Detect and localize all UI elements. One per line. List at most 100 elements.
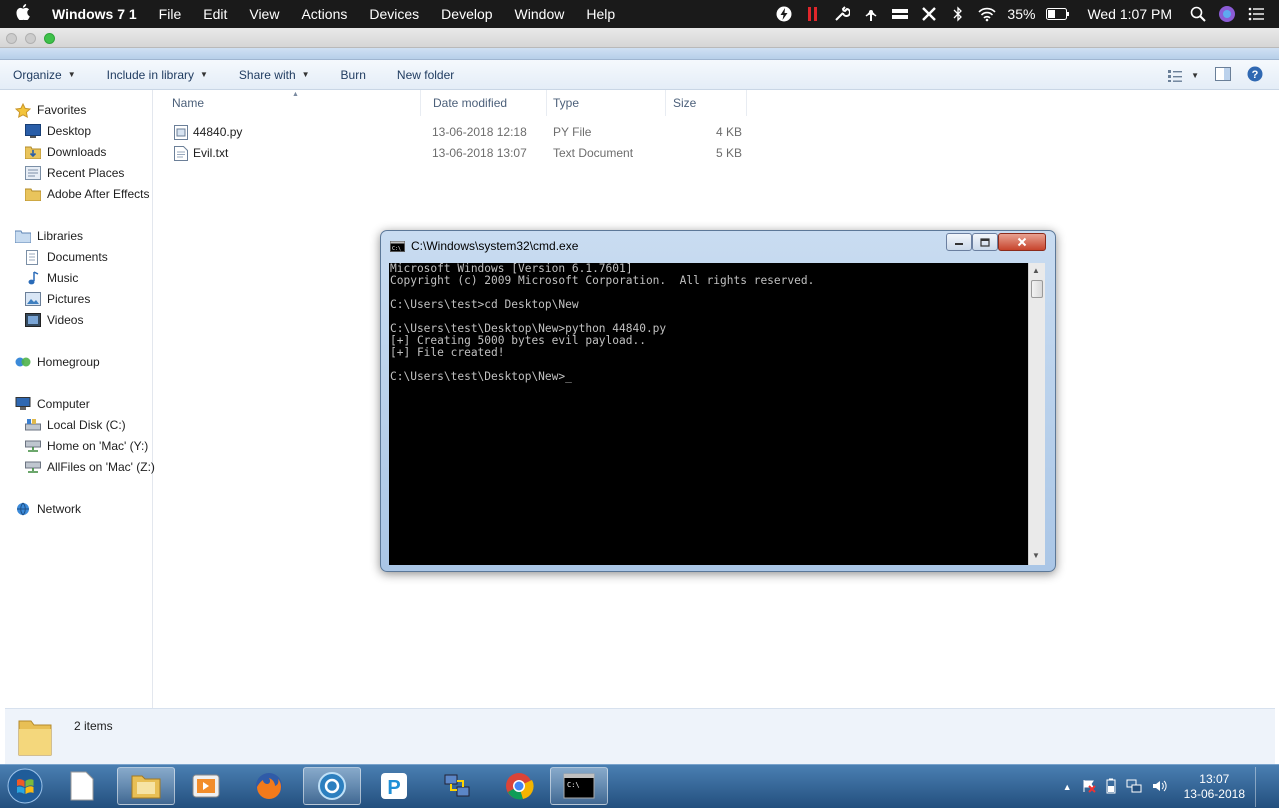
volume-icon[interactable] — [1152, 779, 1168, 796]
wrench-icon[interactable] — [833, 6, 851, 22]
nav-homegroup[interactable]: Homegroup — [15, 355, 100, 369]
menu-window[interactable]: Window — [504, 6, 576, 22]
battery-icon[interactable] — [1046, 6, 1070, 22]
new-folder-button[interactable]: New folder — [397, 68, 454, 82]
network-icon — [15, 502, 31, 516]
scroll-thumb[interactable] — [1031, 280, 1043, 298]
include-in-library-button[interactable]: Include in library ▼ — [107, 68, 208, 82]
show-desktop-button[interactable] — [1255, 767, 1267, 807]
menu-devices[interactable]: Devices — [358, 6, 430, 22]
parallels-icon[interactable] — [804, 6, 822, 22]
cmd-scrollbar[interactable]: ▲ ▼ — [1028, 263, 1045, 565]
nav-adobe-after-effects-label: Adobe After Effects — [47, 187, 150, 201]
nav-favorites[interactable]: Favorites — [14, 102, 86, 119]
maximize-button[interactable] — [972, 233, 998, 251]
minimize-window-button[interactable] — [25, 33, 36, 44]
siri-icon[interactable] — [1218, 6, 1236, 22]
cmd-window[interactable]: C:\ C:\Windows\system32\cmd.exe Microsof… — [380, 230, 1056, 572]
address-bar-strip — [0, 48, 1279, 60]
taskbar-app-circle[interactable] — [303, 767, 361, 805]
tools-icon[interactable] — [920, 6, 938, 22]
menu-file[interactable]: File — [148, 6, 193, 22]
nav-allfiles-on-mac[interactable]: AllFiles on 'Mac' (Z:) — [25, 460, 155, 474]
svg-text:?: ? — [1252, 69, 1259, 81]
bluetooth-icon[interactable] — [949, 6, 967, 22]
folder-large-icon — [15, 715, 55, 762]
nav-desktop[interactable]: Desktop — [25, 124, 91, 138]
scroll-up-arrow-icon[interactable]: ▲ — [1032, 266, 1040, 275]
share-with-button[interactable]: Share with ▼ — [239, 68, 310, 82]
column-header-date-modified[interactable]: Date modified — [433, 90, 547, 116]
details-pane: 2 items — [5, 708, 1275, 764]
show-hidden-icons-arrow-icon[interactable]: ▲ — [1063, 782, 1072, 792]
chevron-down-icon: ▼ — [200, 70, 208, 79]
broadcast-icon[interactable] — [862, 6, 880, 22]
nav-home-on-mac[interactable]: Home on 'Mac' (Y:) — [25, 439, 148, 453]
mac-menubar: Windows 7 1 File Edit View Actions Devic… — [0, 0, 1279, 28]
nav-adobe-after-effects[interactable]: Adobe After Effects — [24, 187, 150, 202]
menu-help[interactable]: Help — [575, 6, 626, 22]
nav-network[interactable]: Network — [15, 502, 81, 516]
column-header-size[interactable]: Size — [673, 90, 747, 116]
file-row[interactable]: 44840.py 13-06-2018 12:18 PY File 4 KB — [172, 122, 752, 142]
apple-icon[interactable] — [0, 4, 41, 24]
taskbar-chrome[interactable] — [490, 767, 548, 805]
start-button[interactable] — [5, 766, 45, 806]
nav-documents[interactable]: Documents — [25, 250, 108, 265]
menu-develop[interactable]: Develop — [430, 6, 503, 22]
close-window-button[interactable] — [6, 33, 17, 44]
network-tray-icon[interactable] — [1126, 779, 1142, 796]
nav-downloads[interactable]: Downloads — [24, 145, 106, 160]
nav-pictures-label: Pictures — [47, 292, 91, 306]
taskbar-blank-document[interactable] — [53, 767, 111, 805]
zoom-window-button[interactable] — [44, 33, 55, 44]
scroll-down-arrow-icon[interactable]: ▼ — [1032, 551, 1040, 560]
change-view-icon[interactable]: ▼ — [1167, 69, 1199, 83]
burn-button[interactable]: Burn — [341, 68, 366, 82]
search-icon[interactable] — [1189, 6, 1207, 22]
column-size-label: Size — [673, 96, 697, 110]
close-button[interactable] — [998, 233, 1046, 251]
notification-center-icon[interactable] — [1247, 6, 1265, 22]
app-name-menu[interactable]: Windows 7 1 — [41, 6, 148, 22]
nav-recent-places[interactable]: Recent Places — [25, 166, 124, 180]
file-name: Evil.txt — [193, 146, 229, 160]
nav-desktop-label: Desktop — [47, 124, 92, 138]
wifi-icon[interactable] — [978, 6, 996, 22]
nav-libraries[interactable]: Libraries — [14, 229, 83, 244]
server-icon[interactable] — [891, 6, 909, 22]
column-header-type[interactable]: Type — [553, 90, 666, 116]
nav-music[interactable]: Music — [25, 271, 78, 285]
battery-tray-icon[interactable] — [1106, 778, 1116, 797]
taskbar-firefox[interactable] — [240, 767, 298, 805]
menu-edit[interactable]: Edit — [192, 6, 238, 22]
nav-computer[interactable]: Computer — [15, 397, 90, 411]
nav-pictures[interactable]: Pictures — [25, 292, 90, 306]
minimize-button[interactable] — [946, 233, 972, 251]
taskbar-clock[interactable]: 13:07 13-06-2018 — [1184, 772, 1245, 802]
hard-drive-icon — [25, 418, 41, 432]
taskbar-app-p[interactable]: P — [365, 767, 423, 805]
help-icon[interactable]: ? — [1247, 66, 1263, 85]
nav-local-disk[interactable]: Local Disk (C:) — [25, 418, 126, 432]
preview-pane-icon[interactable] — [1215, 67, 1231, 84]
homegroup-icon — [15, 355, 31, 369]
svg-text:C:\: C:\ — [567, 781, 580, 789]
cmd-console-output[interactable]: Microsoft Windows [Version 6.1.7601] Copy… — [389, 263, 1028, 565]
column-name-label: Name — [172, 96, 205, 110]
action-center-flag-icon[interactable] — [1082, 779, 1096, 796]
taskbar-windows-explorer[interactable] — [117, 767, 175, 805]
menu-view[interactable]: View — [238, 6, 290, 22]
column-header-name[interactable]: Name ▲ — [172, 90, 421, 116]
taskbar-network-tool[interactable] — [428, 767, 486, 805]
taskbar-cmd[interactable]: C:\ — [550, 767, 608, 805]
lightning-icon[interactable] — [775, 6, 793, 22]
console-line: [+] File created! — [390, 346, 505, 359]
nav-videos[interactable]: Videos — [25, 313, 83, 327]
menubar-clock[interactable]: Wed 1:07 PM — [1087, 6, 1172, 22]
menu-actions[interactable]: Actions — [290, 6, 358, 22]
taskbar-media-player[interactable] — [177, 767, 235, 805]
organize-button[interactable]: Organize ▼ — [13, 68, 76, 82]
file-date: 13-06-2018 12:18 — [432, 125, 527, 139]
file-row[interactable]: Evil.txt 13-06-2018 13:07 Text Document … — [172, 143, 752, 163]
